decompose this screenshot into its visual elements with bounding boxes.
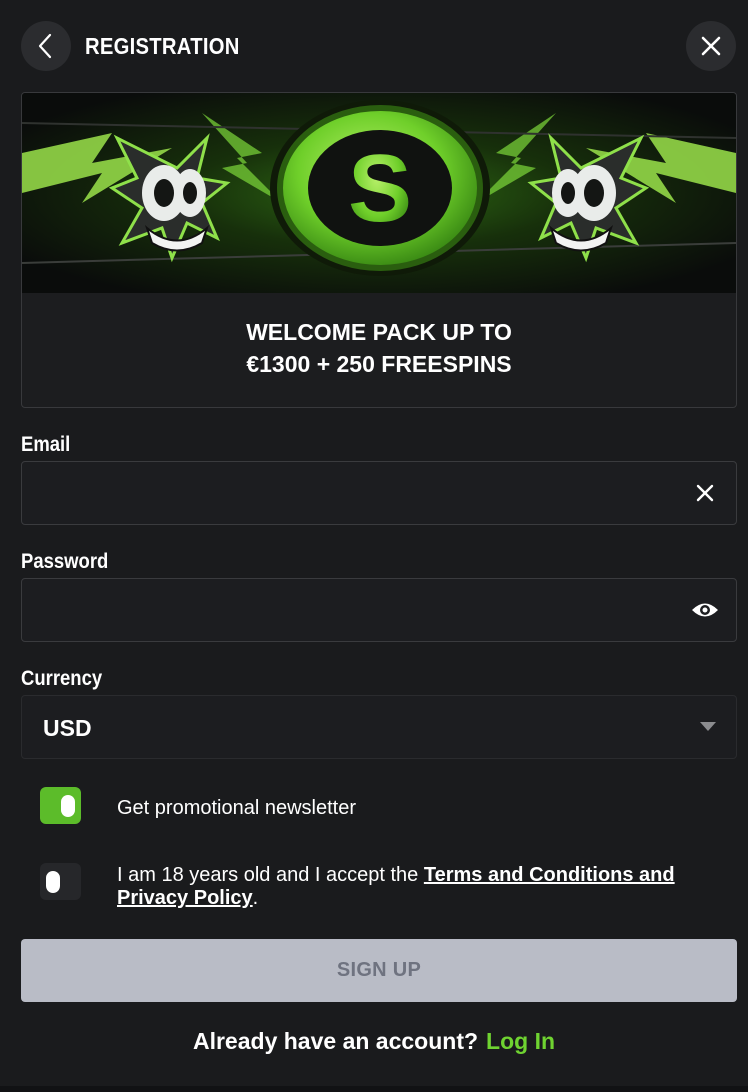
- sign-up-button[interactable]: SIGN UP: [21, 939, 737, 1002]
- newsletter-toggle[interactable]: [40, 787, 81, 824]
- header-bar: REGISTRATION: [0, 0, 748, 92]
- page-title: REGISTRATION: [85, 33, 240, 59]
- promo-banner-image: S: [22, 93, 736, 293]
- terms-label: I am 18 years old and I accept the Terms…: [117, 864, 707, 910]
- email-label: Email: [21, 433, 71, 456]
- toggle-knob: [46, 871, 60, 893]
- password-field[interactable]: [22, 579, 682, 641]
- login-link[interactable]: Log In: [486, 1028, 555, 1054]
- promo-line-2: €1300 + 250 FREESPINS: [246, 351, 512, 377]
- caret-down-icon: [700, 722, 716, 731]
- banner-logo-letter: S: [348, 135, 412, 242]
- email-field[interactable]: [22, 462, 682, 524]
- email-field-container: [21, 461, 737, 525]
- close-icon: [696, 484, 714, 502]
- toggle-password-visibility-button[interactable]: [690, 595, 720, 625]
- password-field-container: [21, 578, 737, 642]
- login-prompt-text: Already have an account?: [192, 1028, 479, 1054]
- promo-card: S WELCOME PACK UP TO €1300 + 250 FREESPI…: [21, 92, 737, 408]
- currency-select[interactable]: USD: [21, 695, 737, 759]
- terms-suffix: .: [252, 887, 259, 909]
- terms-toggle[interactable]: [40, 863, 81, 900]
- terms-prefix: I am 18 years old and I accept the: [117, 864, 424, 886]
- close-button[interactable]: [686, 21, 736, 71]
- back-button[interactable]: [21, 21, 71, 71]
- login-prompt: Already have an account? Log In: [0, 1028, 748, 1055]
- clear-email-button[interactable]: [690, 478, 720, 508]
- newsletter-label: Get promotional newsletter: [117, 797, 357, 819]
- promo-line-1: WELCOME PACK UP TO: [246, 319, 512, 345]
- bottom-divider: [0, 1086, 748, 1092]
- chevron-left-icon: [38, 33, 52, 59]
- password-label: Password: [21, 550, 109, 573]
- promo-headline: WELCOME PACK UP TO €1300 + 250 FREESPINS: [22, 316, 736, 380]
- currency-selected-value: USD: [43, 715, 92, 741]
- close-icon: [701, 36, 721, 56]
- eye-icon: [692, 603, 718, 617]
- currency-label: Currency: [21, 667, 103, 690]
- toggle-knob: [61, 795, 75, 817]
